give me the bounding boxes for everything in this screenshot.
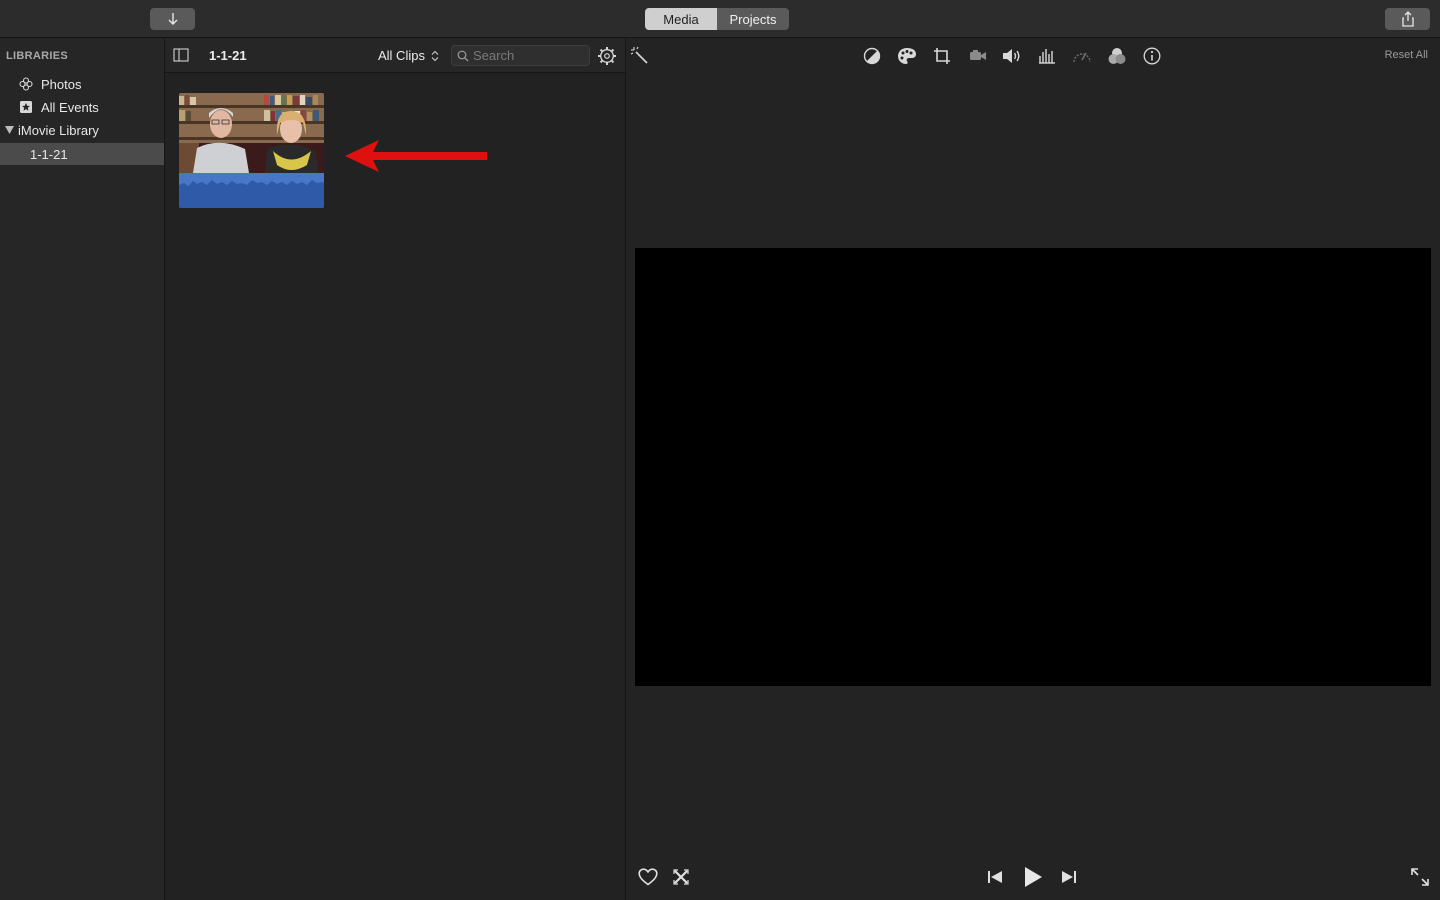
share-button[interactable] xyxy=(1385,8,1430,30)
magic-wand-icon xyxy=(630,46,648,64)
clip-filter-label: All Clips xyxy=(378,48,425,63)
video-preview[interactable] xyxy=(635,248,1431,686)
expand-icon xyxy=(1411,868,1429,886)
import-media-button[interactable] xyxy=(150,8,195,30)
color-balance-icon xyxy=(863,47,881,65)
arrow-down-icon xyxy=(168,13,177,25)
search-field[interactable] xyxy=(451,45,590,66)
libraries-heading: LIBRARIES xyxy=(6,50,68,62)
enhance-button[interactable] xyxy=(630,46,650,66)
sidebar-item-label: All Events xyxy=(41,99,99,115)
reject-button[interactable] xyxy=(670,866,692,888)
photos-icon xyxy=(19,77,33,91)
reset-all-button[interactable]: Reset All xyxy=(1385,49,1428,61)
speed-icon xyxy=(1073,52,1091,63)
favorite-button[interactable] xyxy=(637,866,659,888)
stabilization-button[interactable] xyxy=(968,46,988,66)
clip-audio-waveform xyxy=(179,173,324,208)
browser-settings-button[interactable] xyxy=(597,46,617,66)
play-button[interactable] xyxy=(1021,865,1045,889)
info-icon xyxy=(1143,47,1161,65)
annotation-arrow xyxy=(345,140,487,172)
sidebar-item-label: 1-1-21 xyxy=(30,146,68,162)
search-icon xyxy=(457,50,469,61)
skip-forward-button[interactable] xyxy=(1058,866,1080,888)
speed-button[interactable] xyxy=(1072,46,1092,66)
gear-icon xyxy=(598,47,616,65)
disclosure-triangle-icon[interactable] xyxy=(4,123,14,137)
share-icon xyxy=(1401,11,1414,27)
volume-icon xyxy=(1003,49,1020,63)
clip-preview-image xyxy=(179,93,324,173)
skip-back-icon xyxy=(988,871,1002,883)
sidebar-icon xyxy=(173,48,189,62)
sidebar-item-photos[interactable]: Photos xyxy=(0,73,164,95)
fullscreen-button[interactable] xyxy=(1409,866,1431,888)
skip-forward-icon xyxy=(1062,871,1076,883)
star-icon xyxy=(19,100,33,114)
clip-filter-icon xyxy=(1108,48,1126,64)
sidebar-item-imovie-library[interactable]: iMovie Library xyxy=(0,119,164,141)
tab-projects[interactable]: Projects xyxy=(717,8,789,30)
volume-button[interactable] xyxy=(1002,46,1022,66)
crop-button[interactable] xyxy=(932,46,952,66)
sidebar-item-all-events[interactable]: All Events xyxy=(0,96,164,118)
media-projects-switch: Media Projects xyxy=(645,8,789,30)
adjustments-bar: Reset All xyxy=(626,38,1440,73)
event-title: 1-1-21 xyxy=(209,48,247,63)
clip-filter-popup[interactable]: All Clips xyxy=(378,48,440,63)
search-input[interactable] xyxy=(473,48,583,63)
clip-filter-button[interactable] xyxy=(1107,46,1127,66)
sidebar-item-label: iMovie Library xyxy=(18,122,99,138)
play-icon xyxy=(1025,867,1042,887)
clip-info-button[interactable] xyxy=(1142,46,1162,66)
sidebar-item-label: Photos xyxy=(41,76,82,92)
reject-icon xyxy=(673,869,689,885)
top-toolbar: Media Projects xyxy=(0,0,1440,38)
event-browser: 1-1-21 All Clips xyxy=(165,38,626,900)
chevron-up-down-icon xyxy=(431,50,439,61)
heart-icon xyxy=(638,868,658,886)
crop-icon xyxy=(934,48,950,64)
toggle-sidebar-button[interactable] xyxy=(173,48,189,62)
tab-media[interactable]: Media xyxy=(645,8,717,30)
video-clip-thumbnail[interactable] xyxy=(179,93,324,208)
stabilization-icon xyxy=(970,50,986,60)
color-balance-button[interactable] xyxy=(862,46,882,66)
browser-toolbar: 1-1-21 All Clips xyxy=(165,38,625,73)
noise-reduction-icon xyxy=(1039,49,1055,64)
noise-reduction-button[interactable] xyxy=(1037,46,1057,66)
color-correction-button[interactable] xyxy=(897,46,917,66)
sidebar-item-event-1-1-21[interactable]: 1-1-21 xyxy=(0,143,164,165)
color-correction-icon xyxy=(898,48,916,64)
libraries-sidebar: LIBRARIES Photos All Events iMovie Libra… xyxy=(0,38,165,900)
imovie-window: Media Projects LIBRARIES Photos All Even… xyxy=(0,0,1440,900)
viewer-pane: Reset All xyxy=(626,38,1440,900)
skip-back-button[interactable] xyxy=(984,866,1006,888)
